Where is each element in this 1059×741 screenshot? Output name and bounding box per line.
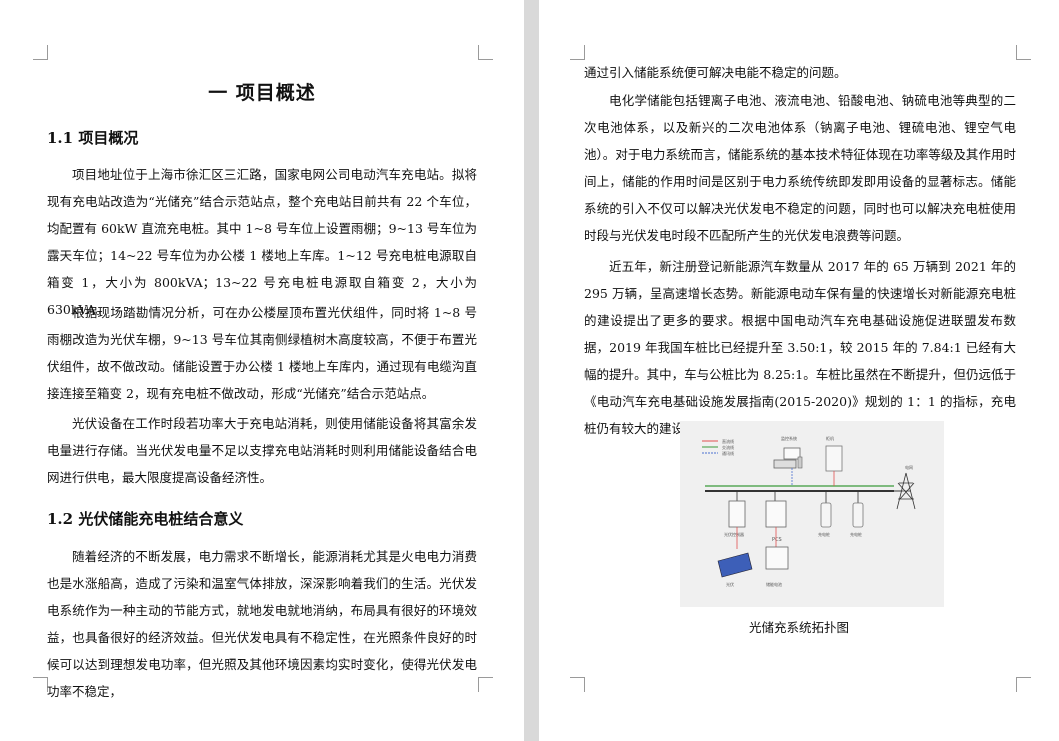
cabinet-icon [825,445,843,472]
margin-mark-bottom-right [1016,677,1031,692]
solar-panel-icon [717,552,753,578]
margin-mark-top-left [570,45,585,60]
charger-1-label: 充电桩 [818,531,830,537]
battery-icon [765,546,789,570]
margin-mark-top-left [33,45,48,60]
monitor-screen-icon [783,447,801,460]
legend-dc-label: 直流线 [722,438,734,444]
document-page-left: 一 项目概述 1.1 项目概况 项目地址位于上海市徐汇区三汇路，国家电网公司电动… [0,0,524,741]
monitor-label: 监控系统 [781,435,797,441]
margin-mark-top-right [478,45,493,60]
margin-mark-bottom-left [33,677,48,692]
paragraph-pv-storage-operation: 光伏设备在工作时段若功率大于充电站消耗，则使用储能设备将其富余发电量进行存储。当… [47,416,477,485]
pcs-icon [765,500,787,528]
document-page-right: 通过引入储能系统便可解决电能不稳定的问题。 电化学储能包括锂离子电池、液流电池、… [539,0,1059,741]
paragraph-continuation: 通过引入储能系统便可解决电能不稳定的问题。 [584,65,847,80]
monitor-host-icon [773,459,797,469]
charger-1-icon [820,502,832,528]
pv-label: 光伏 [726,581,734,587]
charger-2-icon [852,502,864,528]
pcs-label: PCS [772,537,782,543]
charger-2-label: 充电桩 [850,531,862,537]
figure-caption: 光储充系统拓扑图 [748,620,849,635]
paragraph-ev-growth: 近五年，新注册登记新能源汽车数量从 2017 年的 65 万辆到 2021 年的… [584,259,1016,436]
battery-label: 储能电池 [766,581,782,587]
topology-figure: 直流线 交流线 通讯线 监控系统 柜机 电网 光伏控制器 PCS 充电桩 充电桩… [680,421,944,607]
margin-mark-bottom-left [570,677,585,692]
pv-inverter-label: 光伏控制器 [724,531,744,537]
paragraph-site-survey: 根据现场踏勘情况分析，可在办公楼屋顶布置光伏组件，同时将 1~8 号雨棚改造为光… [47,305,477,401]
paragraph-electrochemical-storage: 电化学储能包括锂离子电池、液流电池、铅酸电池、钠硫电池等典型的二次电池体系，以及… [584,93,1016,243]
margin-mark-top-right [1016,45,1031,60]
section-1-2-title: 1.2 光伏储能充电桩结合意义 [47,510,244,528]
margin-mark-bottom-right [478,677,493,692]
legend-comm-label: 通讯线 [722,450,734,456]
chapter-title: 一 项目概述 [208,82,316,104]
cabinet-label: 柜机 [826,435,834,441]
legend-ac-label: 交流线 [722,444,734,450]
section-1-1-title: 1.1 项目概况 [47,129,139,147]
page-gap [524,0,539,741]
monitor-tower-icon [797,456,803,469]
paragraph-significance: 随着经济的不断发展，电力需求不断增长，能源消耗尤其是火电电力消费也是水涨船高，造… [47,549,477,699]
pv-inverter-icon [728,500,746,528]
topology-diagram: 直流线 交流线 通讯线 监控系统 柜机 电网 光伏控制器 PCS 充电桩 充电桩… [702,435,916,587]
grid-label: 电网 [905,464,913,470]
